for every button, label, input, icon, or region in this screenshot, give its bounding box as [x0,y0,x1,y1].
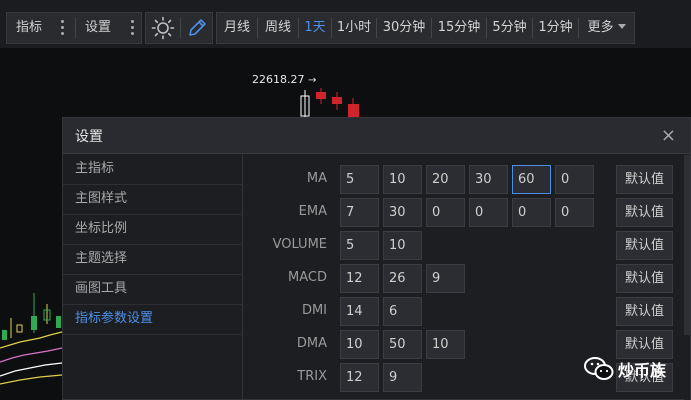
param-input[interactable]: 0 [426,198,465,227]
param-input[interactable]: 26 [383,264,422,293]
param-input[interactable]: 10 [383,231,422,260]
param-input[interactable]: 14 [340,297,379,326]
param-input[interactable]: 0 [555,165,594,194]
ma-line-yellow-2 [0,374,63,385]
default-button[interactable]: 默认值 [616,297,673,326]
param-row-dma: DMA 10 50 10 默认值 [243,330,691,360]
period-tab-15m[interactable]: 15分钟 [432,13,486,43]
draw-pencil-icon[interactable] [182,13,212,43]
candles-top [300,88,359,118]
default-button[interactable]: 默认值 [616,165,673,194]
param-row-dmi: DMI 14 6 默认值 [243,297,691,327]
param-input[interactable]: 9 [383,363,422,392]
ma-line-yellow [0,331,63,349]
param-row-ma: MA 5 10 20 30 60 0 默认值 [243,165,691,195]
indicator-button[interactable]: 指标 [9,13,49,43]
scrollbar-thumb[interactable] [684,155,690,335]
dialog-title: 设置 [75,129,103,145]
param-label: DMI [301,303,327,318]
period-tab-1d[interactable]: 1天 [299,13,331,43]
param-label: MACD [288,270,327,285]
param-input[interactable]: 12 [340,264,379,293]
default-button[interactable]: 默认值 [616,198,673,227]
candle-body [316,92,326,99]
indicator-menu-icon[interactable] [61,20,65,36]
menu-item-chart-style[interactable]: 主图样式 [63,185,243,215]
param-label: VOLUME [272,237,327,252]
default-button[interactable]: 默认值 [616,264,673,293]
candle-body [56,316,61,328]
ma-line-pink [0,347,63,363]
wechat-logo-icon [584,357,614,380]
param-input[interactable]: 30 [469,165,508,194]
period-tab-30m[interactable]: 30分钟 [377,13,431,43]
param-input[interactable]: 0 [555,198,594,227]
param-input[interactable]: 6 [383,297,422,326]
param-input[interactable]: 9 [426,264,465,293]
candle-body [16,324,23,333]
param-input[interactable]: 12 [340,363,379,392]
period-tab-1h[interactable]: 1小时 [332,13,376,43]
param-row-volume: VOLUME 5 10 默认值 [243,231,691,261]
close-icon[interactable]: × [661,125,676,146]
toolbar-left-group: 指标 设置 [6,12,142,44]
candle-body [332,97,342,104]
ma-lines [0,331,63,385]
param-input[interactable]: 50 [383,330,422,359]
candle-body [2,330,7,340]
param-input[interactable]: 0 [512,198,551,227]
toolbar-divider [75,18,76,38]
dialog-scrollbar[interactable] [684,155,690,400]
default-button[interactable]: 默认值 [616,231,673,260]
param-label: EMA [298,204,327,219]
param-input-focused[interactable]: 60 [512,165,551,194]
chevron-down-icon [617,24,626,29]
more-periods-label: 更多 [587,20,614,35]
settings-button[interactable]: 设置 [77,13,119,43]
param-label: MA [306,171,327,186]
param-label: TRIX [297,369,327,384]
param-input[interactable]: 0 [469,198,508,227]
dialog-header: 设置 × [63,118,690,154]
settings-menu: 主指标 主图样式 坐标比例 主题选择 画图工具 指标参数设置 [63,155,243,400]
toolbar-tool-group [145,12,213,44]
ma-line-white [0,362,63,377]
menu-item-axis-scale[interactable]: 坐标比例 [63,215,243,245]
period-tab-1m[interactable]: 1分钟 [533,13,578,43]
period-tab-weekly[interactable]: 周线 [258,13,298,43]
param-input[interactable]: 5 [340,231,379,260]
param-row-ema: EMA 7 30 0 0 0 0 默认值 [243,198,691,228]
param-row-macd: MACD 12 26 9 默认值 [243,264,691,294]
period-tabs: 月线 周线 1天 1小时 30分钟 15分钟 5分钟 1分钟 更多 [216,12,635,44]
period-tab-5m[interactable]: 5分钟 [487,13,532,43]
param-input[interactable]: 10 [383,165,422,194]
candles-bottom-left [2,293,61,340]
period-tab-monthly[interactable]: 月线 [217,13,257,43]
menu-item-main-indicator[interactable]: 主指标 [63,155,243,185]
candle-body [348,104,359,118]
candle-body [31,316,37,330]
param-label: DMA [296,336,327,351]
top-toolbar: 指标 设置 月线 周线 1天 1小时 30分钟 15分钟 5分钟 1分钟 更多 [0,0,691,48]
menu-item-theme[interactable]: 主题选择 [63,245,243,275]
param-input[interactable]: 10 [426,330,465,359]
menu-item-drawing-tools[interactable]: 画图工具 [63,275,243,305]
more-periods-button[interactable]: 更多 [579,13,634,43]
param-input[interactable]: 5 [340,165,379,194]
param-input[interactable]: 20 [426,165,465,194]
watermark-text: 炒币族 [618,361,667,380]
param-input[interactable]: 30 [383,198,422,227]
app-root: 指标 设置 月线 周线 1天 1小时 30分钟 15分钟 5分钟 1分钟 更多 … [0,0,691,400]
settings-menu-icon[interactable] [131,20,135,36]
param-input[interactable]: 10 [340,330,379,359]
toolbar-divider [180,18,181,38]
theme-sun-icon[interactable] [148,13,178,43]
menu-item-indicator-params[interactable]: 指标参数设置 [63,305,243,335]
default-button[interactable]: 默认值 [616,330,673,359]
param-input[interactable]: 7 [340,198,379,227]
